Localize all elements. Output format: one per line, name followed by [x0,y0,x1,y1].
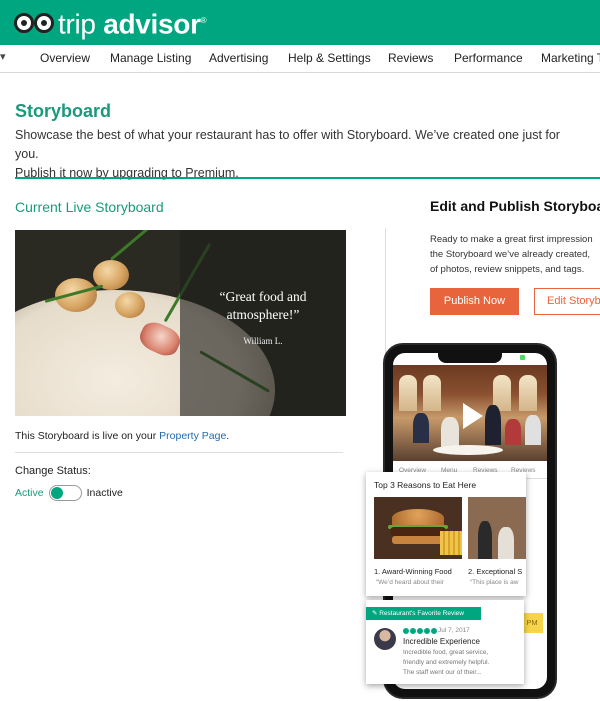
page-description: Showcase the best of what your restauran… [15,126,585,183]
waiter-illustration [485,405,501,445]
nav-reviews[interactable]: Reviews [388,51,433,65]
favorite-review-badge: ✎ Restaurant's Favorite Review [366,607,481,620]
edit-desc-line-2: the Storyboard we’ve already created, [430,249,591,260]
nav-marketing-tools[interactable]: Marketing To [541,51,600,65]
avatar [374,628,396,650]
battery-icon [520,355,525,360]
section-divider [15,177,600,179]
property-page-link[interactable]: Property Page [159,430,226,442]
toggle-knob [50,487,63,499]
reasons-title: Top 3 Reasons to Eat Here [374,480,477,490]
reason-2-label: 2. Exceptional S [468,567,523,576]
table-illustration [433,445,503,455]
window-illustration [423,375,441,411]
favorite-review-card[interactable]: ✎ Restaurant's Favorite Review Jul 7, 20… [366,600,524,684]
live-status-prefix: This Storyboard is live on your [15,430,160,442]
diner-illustration [525,415,541,445]
edit-storyboard-button[interactable]: Edit Storyb [534,288,600,315]
play-icon[interactable] [463,403,483,429]
review-body-line-3: The staff went our of their... [403,669,482,676]
description-line-2: Publish it now by upgrading to Premium. [15,166,239,180]
phone-notch [438,353,502,363]
live-status-suffix: . [226,430,230,442]
review-title: Incredible Experience [403,637,480,646]
diner-illustration [441,417,459,447]
top-reasons-card[interactable]: Top 3 Reasons to Eat Here 1. Award-Winni… [366,472,526,596]
burger-photo [374,497,462,559]
storyboard-preview-image[interactable]: “Great food and atmosphere!” William L. [15,230,346,416]
status-divider [15,452,343,453]
reason-2-snippet: “This place is aw [470,579,519,586]
review-body-line-1: Incredible food, great service, [403,649,489,656]
scallop-illustration [115,292,145,318]
publish-now-button[interactable]: Publish Now [430,288,519,315]
page-title: Storyboard [15,101,112,121]
review-date: Jul 7, 2017 [438,627,470,634]
pm-badge: PM [521,613,543,633]
diner-illustration [505,419,521,445]
storyboard-quote: “Great food and atmosphere!” [219,289,307,322]
nav-advertising[interactable]: Advertising [209,51,268,65]
owl-eyes-icon [14,8,56,38]
top-bar: trip advisor® [0,0,600,45]
nav-overview[interactable]: Overview [40,51,90,65]
reason-1-snippet: “We’d heard about their [376,579,444,586]
nav-help-settings[interactable]: Help & Settings [288,51,371,65]
review-body-line-2: friendly and extremely helpful. [403,659,490,666]
live-status-text: This Storyboard is live on your Property… [15,430,229,442]
window-illustration [519,375,537,411]
quote-author: William L. [243,336,283,346]
edit-desc-line-1: Ready to make a great first impression [430,234,593,245]
tripadvisor-logo[interactable]: trip advisor® [14,6,207,40]
main-nav: ▾ Overview Manage Listing Advertising He… [0,45,600,73]
change-status-label: Change Status: [15,465,91,477]
nav-performance[interactable]: Performance [454,51,523,65]
chevron-down-icon[interactable]: ▾ [0,50,6,63]
rating-bubbles-icon [403,628,438,634]
status-toggle-row: Active Inactive [15,485,123,501]
nav-manage-listing[interactable]: Manage Listing [110,51,191,65]
current-live-storyboard-title: Current Live Storyboard [15,199,164,215]
toggle-active-label: Active [15,487,44,499]
toggle-inactive-label: Inactive [86,487,123,499]
reason-1-label: 1. Award-Winning Food [374,567,452,576]
window-illustration [399,375,417,411]
review-body: Incredible food, great service, friendly… [403,648,521,678]
edit-publish-title: Edit and Publish Storyboa [430,198,600,214]
diner-illustration [413,413,429,443]
restaurant-video-thumbnail[interactable] [393,365,547,461]
status-toggle[interactable] [48,485,82,501]
chive-illustration [110,230,166,261]
logo-wordmark: trip advisor® [58,8,207,40]
restaurant-photo [468,497,526,559]
edit-publish-description: Ready to make a great first impression t… [430,232,600,277]
description-line-1: Showcase the best of what your restauran… [15,128,560,161]
edit-desc-line-3: of photos, review snippets, and tags. [430,264,585,275]
